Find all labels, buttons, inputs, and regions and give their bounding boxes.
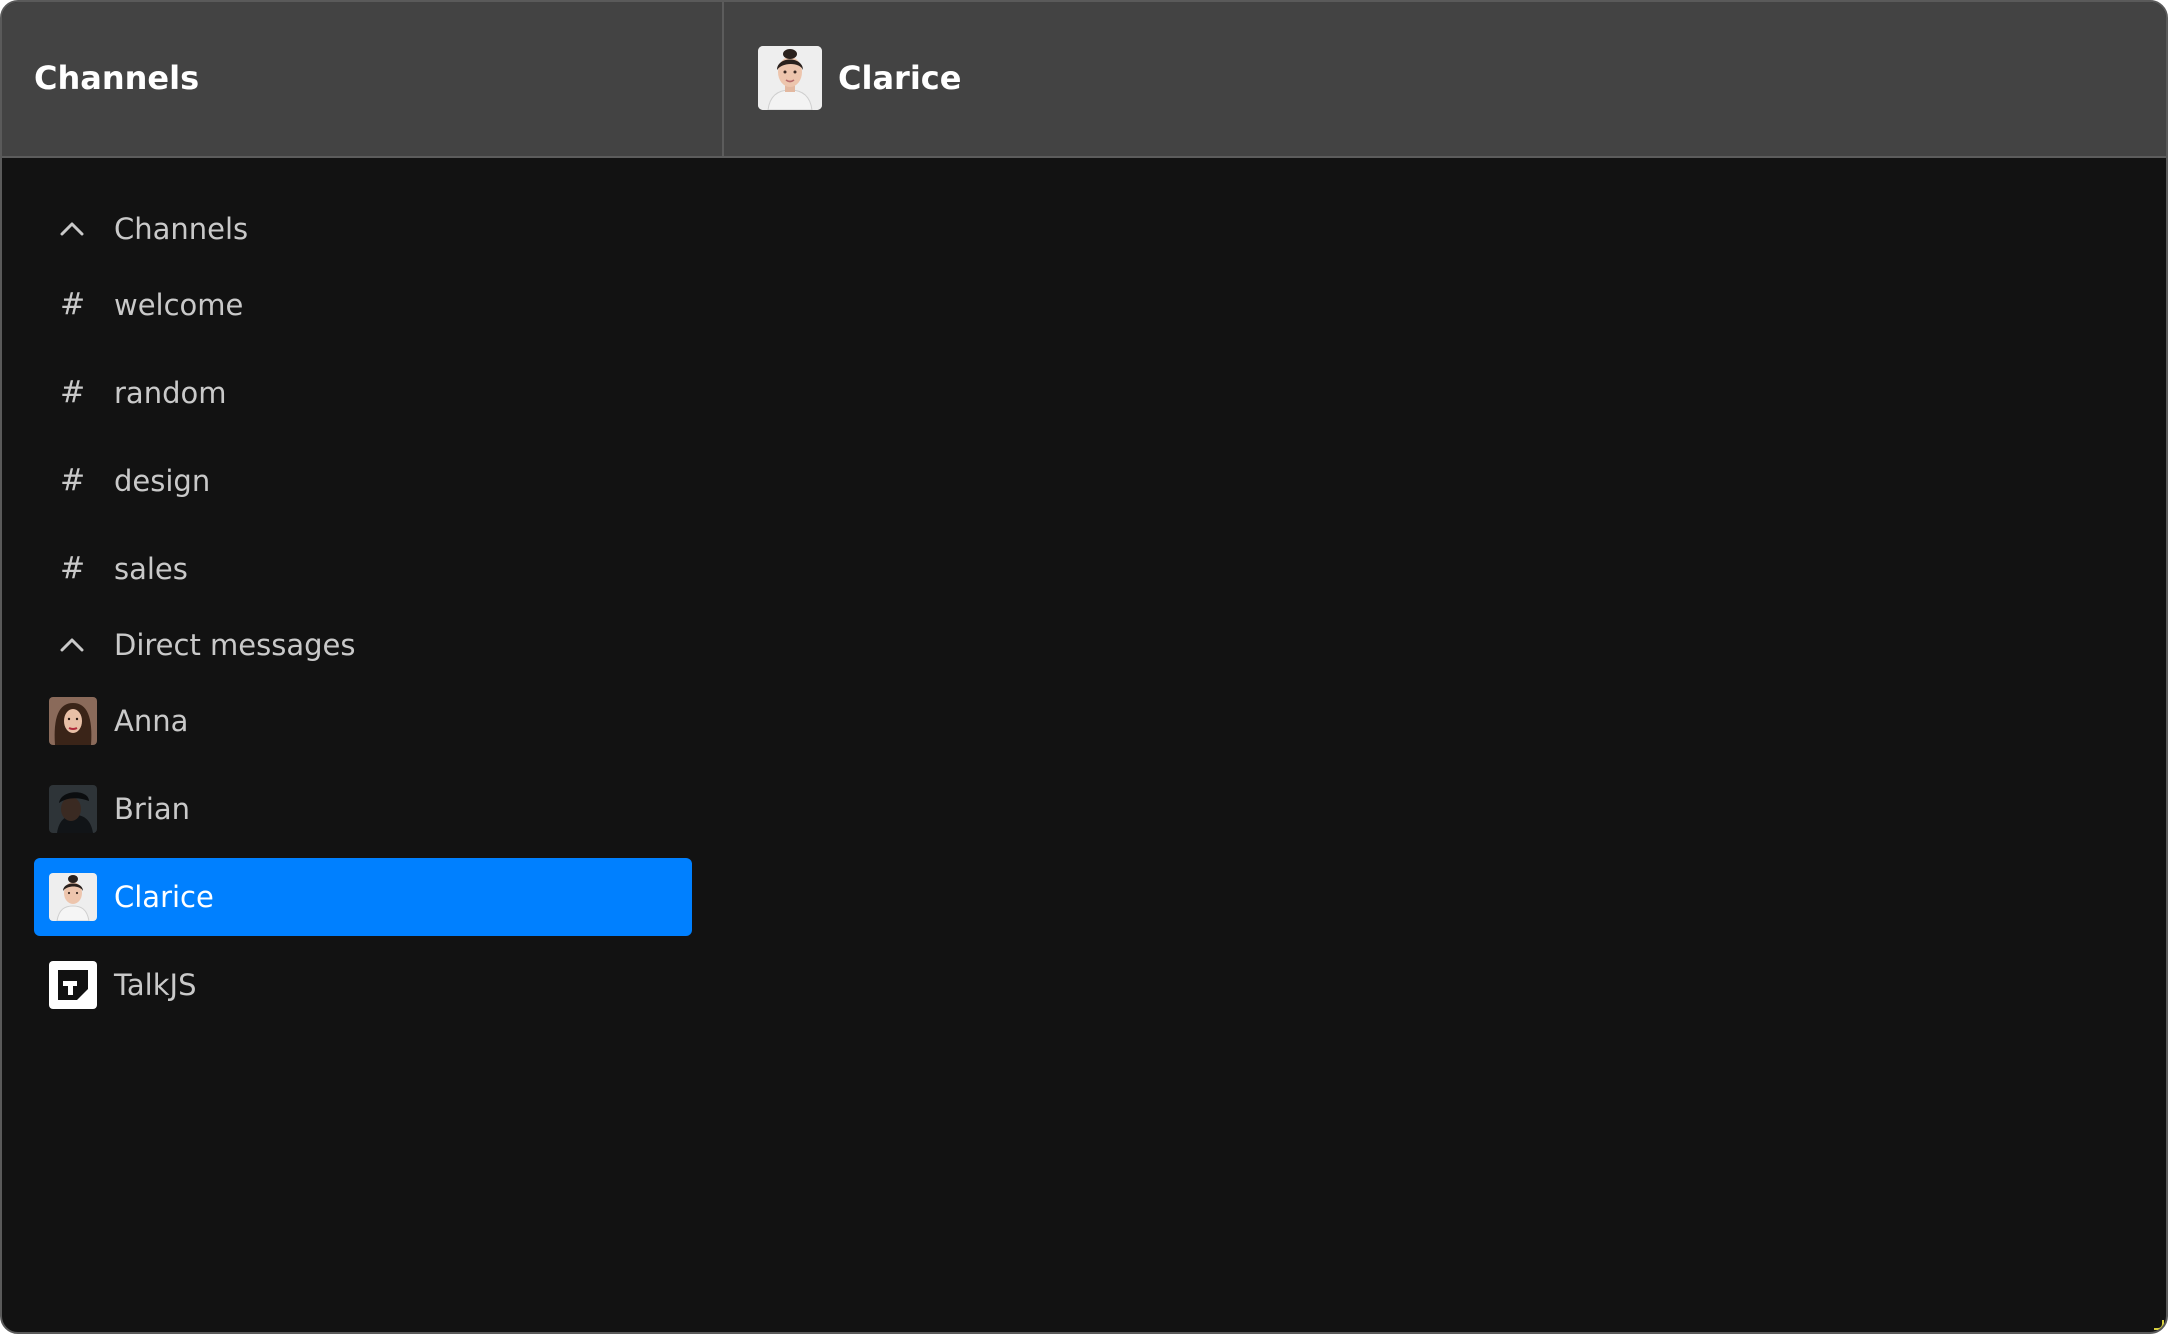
sidebar-title: Channels bbox=[34, 59, 200, 97]
channel-label: sales bbox=[114, 552, 188, 586]
clarice-avatar bbox=[49, 873, 97, 921]
chat-title: Clarice bbox=[838, 59, 962, 97]
chevron-up-icon bbox=[60, 638, 84, 652]
sidebar-item-anna[interactable]: Anna bbox=[34, 682, 692, 760]
sidebar-item-design[interactable]: # design bbox=[34, 442, 692, 520]
hash-icon: # bbox=[60, 551, 86, 586]
hash-icon: # bbox=[60, 375, 86, 410]
dm-label: Anna bbox=[114, 704, 189, 738]
resize-handle[interactable] bbox=[2154, 1320, 2164, 1330]
sidebar-item-talkjs[interactable]: TalkJS bbox=[34, 946, 692, 1024]
sidebar-item-clarice[interactable]: Clarice bbox=[34, 858, 692, 936]
channel-label: welcome bbox=[114, 288, 244, 322]
chat-header: Clarice bbox=[726, 2, 2166, 156]
hash-icon: # bbox=[60, 287, 86, 322]
sidebar-item-welcome[interactable]: # welcome bbox=[34, 266, 692, 344]
channels-header: Channels bbox=[2, 2, 724, 156]
conversation-sidebar: Channels # welcome # random # design # s… bbox=[2, 158, 724, 1332]
talkjs-logo-icon bbox=[49, 961, 97, 1009]
sidebar-item-random[interactable]: # random bbox=[34, 354, 692, 432]
sidebar-item-sales[interactable]: # sales bbox=[34, 530, 692, 608]
dm-label: TalkJS bbox=[114, 968, 197, 1002]
brian-avatar bbox=[49, 785, 97, 833]
dm-label: Brian bbox=[114, 792, 191, 826]
section-label-direct-messages: Direct messages bbox=[114, 628, 356, 662]
dm-label: Clarice bbox=[114, 880, 214, 914]
top-bar: Channels Clarice bbox=[2, 2, 2166, 158]
clarice-avatar[interactable] bbox=[758, 46, 822, 110]
direct-messages-section-toggle[interactable]: Direct messages bbox=[34, 606, 692, 684]
sidebar-item-brian[interactable]: Brian bbox=[34, 770, 692, 848]
channels-section-toggle[interactable]: Channels bbox=[34, 190, 692, 268]
chevron-up-icon bbox=[60, 222, 84, 236]
section-label-channels: Channels bbox=[114, 212, 249, 246]
anna-avatar bbox=[49, 697, 97, 745]
chat-app-window: Channels Clarice Channels # welcome # ra… bbox=[0, 0, 2168, 1334]
channel-label: design bbox=[114, 464, 211, 498]
hash-icon: # bbox=[60, 463, 86, 498]
channel-label: random bbox=[114, 376, 227, 410]
